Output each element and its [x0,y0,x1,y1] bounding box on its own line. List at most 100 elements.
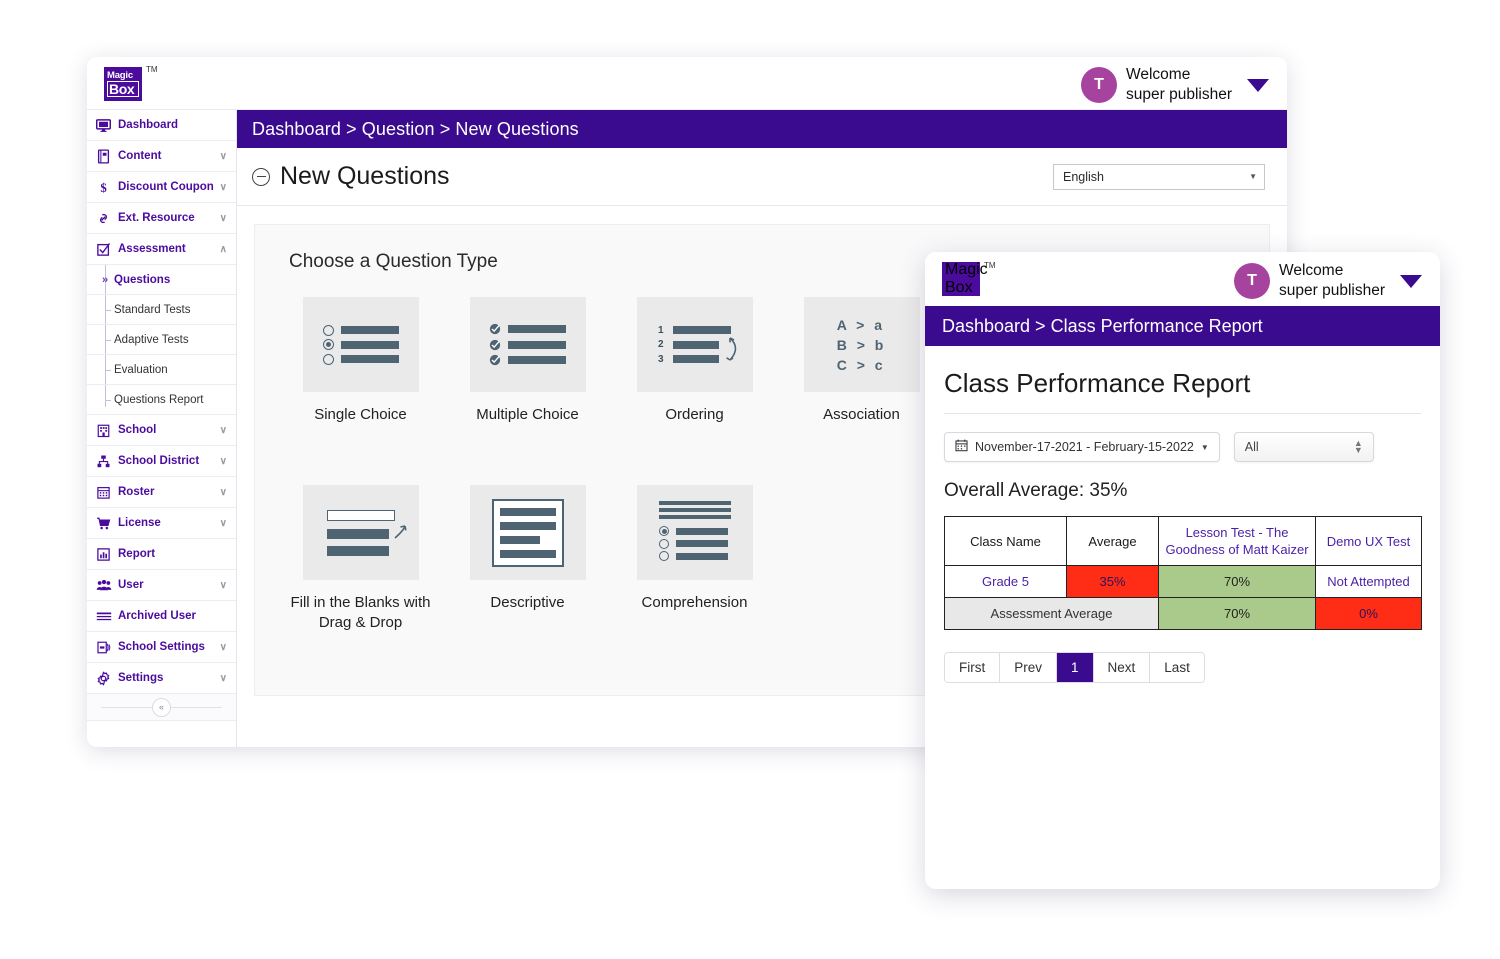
cell-class-name[interactable]: Grade 5 [944,565,1067,598]
sidebar-item-standard-tests[interactable]: Standard Tests [87,295,236,325]
sidebar-sub-label: Questions Report [114,393,204,406]
sidebar-label: License [118,517,161,529]
sidebar-item-school-district[interactable]: School District ∨ [87,446,236,477]
chevron-down-icon[interactable]: ∨ [220,487,227,498]
date-range-picker[interactable]: November-17-2021 - February-15-2022 ▼ [944,432,1220,462]
sidebar-item-school-settings[interactable]: School Settings ∨ [87,632,236,663]
chevron-down-icon[interactable]: ∨ [220,213,227,224]
sidebar-item-user[interactable]: User ∨ [87,570,236,601]
column-header-lesson-test[interactable]: Lesson Test - The Goodness of Matt Kaize… [1158,516,1316,566]
table-body: Grade 5 35% 70% Not Attempted Assessment… [944,565,1422,630]
chevron-down-icon: ▼ [1200,442,1209,452]
chevron-up-icon[interactable]: ∧ [220,244,227,255]
magicbox-logo[interactable]: Magic Box [942,261,988,296]
sidebar-item-dashboard[interactable]: Dashboard [87,110,236,141]
sidebar-item-roster[interactable]: Roster ∨ [87,477,236,508]
calendar-icon [96,485,118,500]
chevron-down-icon[interactable]: ∨ [220,642,227,653]
welcome-text: Welcome super publisher [1126,65,1232,105]
sidebar-item-archived-user[interactable]: Archived User [87,601,236,632]
question-type-card-descriptive[interactable]: Descriptive [444,485,611,633]
sidebar-sub-label: Questions [114,273,171,286]
logo-line-1: Magic [107,70,133,81]
question-type-label: Descriptive [490,594,565,611]
divider [944,413,1421,414]
cell-average: 35% [1066,565,1159,598]
sidebar-sub-label: Evaluation [114,363,168,376]
single-choice-icon [302,297,419,392]
sidebar-item-questions-report[interactable]: Questions Report [87,385,236,415]
chevron-down-icon[interactable]: ∨ [220,518,227,529]
avatar: T [1234,263,1271,299]
chevron-updown-icon: ▲ ▼ [1353,438,1363,455]
sidebar-item-settings[interactable]: Settings ∨ [87,663,236,694]
cell-lesson-test: 70% [1158,565,1316,598]
column-header-class-name: Class Name [944,516,1067,566]
pagination-prev[interactable]: Prev [1000,653,1058,682]
question-type-card-comprehension[interactable]: Comprehension [611,485,778,633]
page-title: Class Performance Report [944,368,1251,398]
sidebar-item-report[interactable]: Report [87,539,236,570]
sidebar-label: Dashboard [118,119,179,131]
sidebar-label: Settings [118,672,164,684]
magicbox-logo[interactable]: Magic Box [104,67,142,101]
book-icon [96,148,118,164]
pagination-next[interactable]: Next [1093,653,1151,682]
date-range-value: November-17-2021 - February-15-2022 [975,440,1194,454]
user-menu[interactable]: T Welcome super publisher [1234,261,1422,301]
chevron-down-icon[interactable]: ∨ [220,425,227,436]
question-type-label: Single Choice [314,406,407,423]
sidebar-item-school[interactable]: School ∨ [87,415,236,446]
welcome-text: Welcome super publisher [1279,261,1385,301]
collapse-section-icon[interactable] [252,167,270,186]
cell-assessment-average-lesson: 70% [1158,597,1316,630]
sidebar-sub-label: Standard Tests [114,303,191,316]
filters-row: November-17-2021 - February-15-2022 ▼ Al… [944,432,1421,462]
sidebar-item-discount-coupon[interactable]: $ Discount Coupon ∨ [87,172,236,203]
question-type-label: Association [823,406,900,423]
calendar-icon [955,439,968,455]
sidebar-item-ext-resource[interactable]: Ext. Resource ∨ [87,203,236,234]
question-type-card-ordering[interactable]: 1 2 3 Ordering [611,297,778,455]
question-type-card-single-choice[interactable]: Single Choice [277,297,444,455]
pagination-last[interactable]: Last [1150,653,1204,682]
cell-assessment-average-demo: 0% [1315,597,1422,630]
descriptive-icon [469,485,586,580]
sidebar-sub-label: Adaptive Tests [114,333,189,346]
question-type-card-multiple-choice[interactable]: Multiple Choice [444,297,611,455]
chevron-down-icon[interactable]: ∨ [220,182,227,193]
class-performance-report-window: Magic Box TM T Welcome super publisher D… [925,252,1440,889]
table-header-row: Class Name Average Lesson Test - The Goo… [944,516,1422,566]
org-chart-icon [96,454,118,469]
sidebar-item-adaptive-tests[interactable]: Adaptive Tests [87,325,236,355]
class-filter-select[interactable]: All ▲ ▼ [1233,432,1374,462]
collapse-sidebar-button[interactable]: « [152,697,171,717]
user-menu[interactable]: T Welcome super publisher [1081,65,1269,105]
sidebar-item-questions[interactable]: Questions [87,265,236,295]
chevron-down-icon[interactable]: ∨ [220,456,227,467]
ordering-icon: 1 2 3 [636,297,753,392]
chevron-down-icon[interactable]: ∨ [220,673,227,684]
sidebar-label: School Settings [118,641,205,653]
column-header-demo-ux-test[interactable]: Demo UX Test [1315,516,1422,566]
page-header-left: New Questions [252,162,450,191]
question-type-card-fill-in-the-blanks-drag-drop[interactable]: Fill in the Blanks with Drag & Drop [277,485,444,633]
sidebar-label: Content [118,150,162,162]
language-select[interactable]: English ▼ [1053,163,1265,190]
sidebar-label: Roster [118,486,155,498]
window2-body: Class Performance Report November-17-202… [925,346,1440,683]
pagination-page-1[interactable]: 1 [1057,653,1094,682]
chevron-down-icon[interactable] [1247,78,1269,92]
sidebar-item-evaluation[interactable]: Evaluation [87,355,236,385]
sidebar-label: Archived User [118,610,196,622]
sidebar-item-assessment[interactable]: Assessment ∧ [87,234,236,265]
chevron-down-icon: ▼ [1249,172,1257,181]
building-icon [96,423,118,438]
pagination-first[interactable]: First [945,653,1001,682]
sidebar-item-license[interactable]: License ∨ [87,508,236,539]
sidebar-item-content[interactable]: Content ∨ [87,141,236,172]
question-type-card-association[interactable]: A > a B > b C > c Association [778,297,945,455]
chevron-down-icon[interactable] [1400,274,1422,288]
chevron-down-icon[interactable]: ∨ [220,151,227,162]
chevron-down-icon[interactable]: ∨ [220,580,227,591]
